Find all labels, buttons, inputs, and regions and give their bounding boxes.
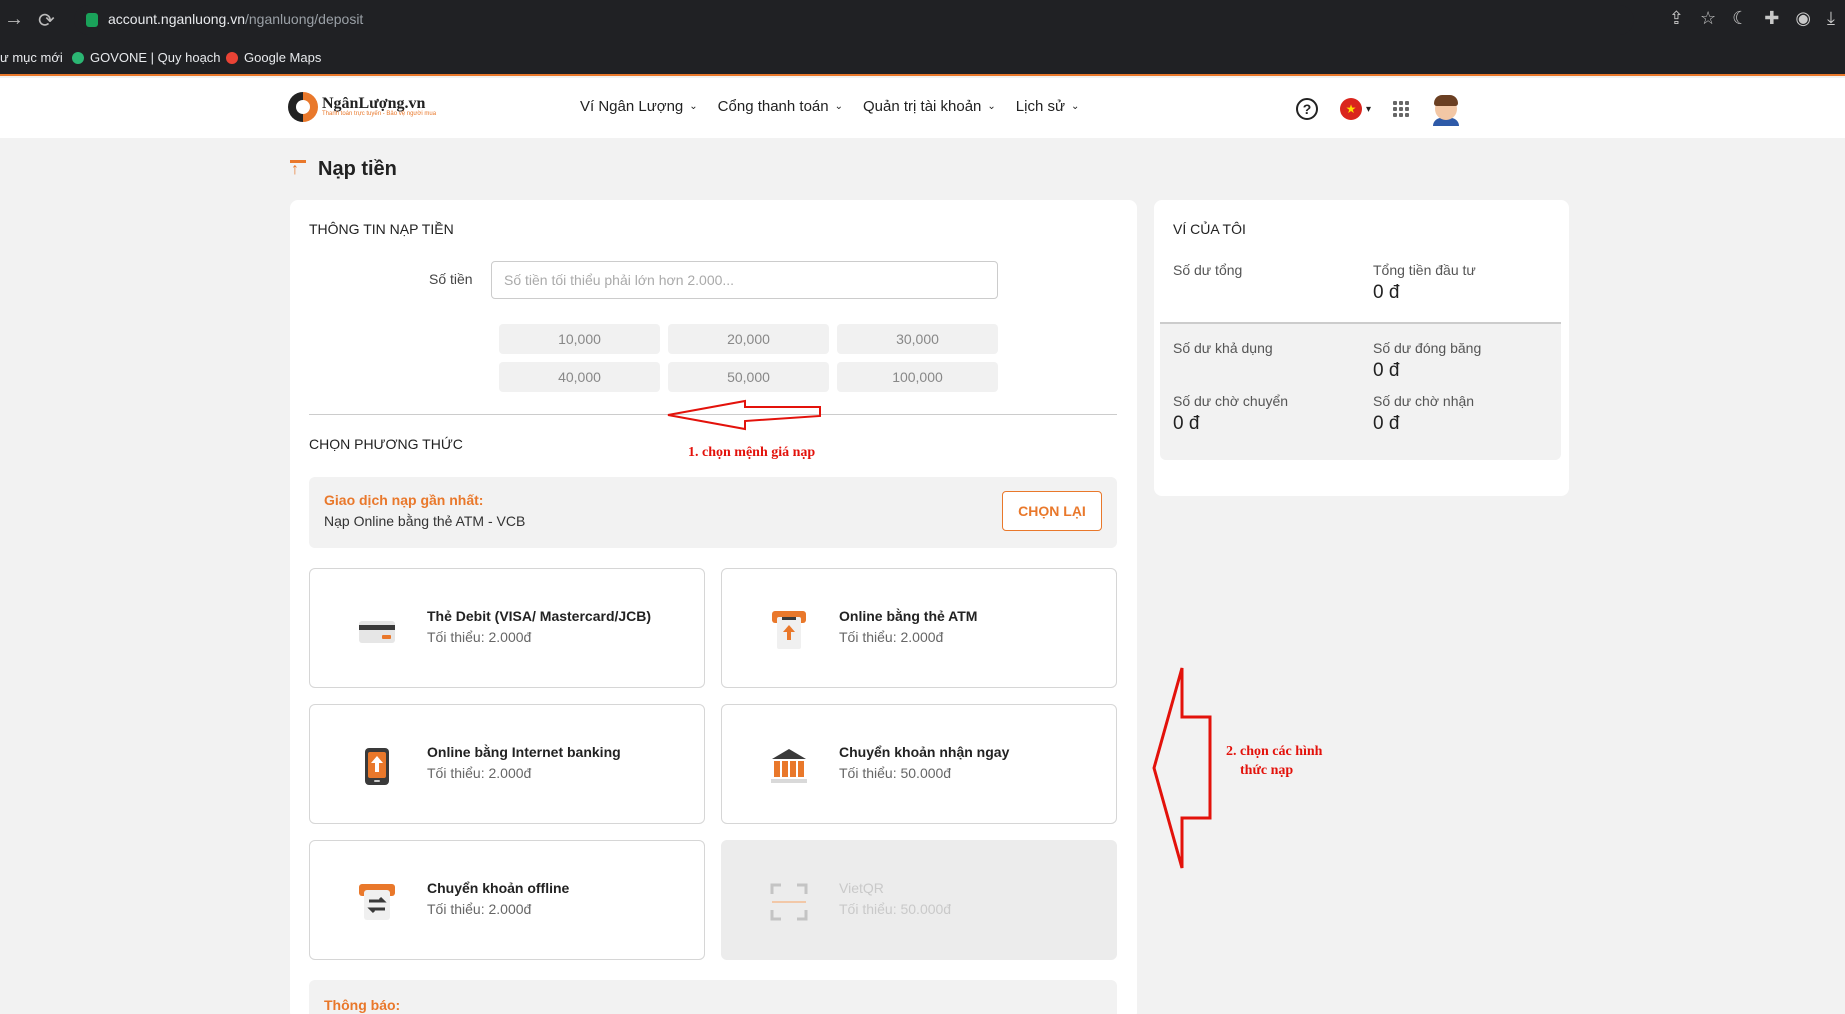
annotation-step2-line1: 2. chọn các hình <box>1226 744 1323 759</box>
annotation-arrow-left <box>1152 667 1212 869</box>
annotation-layer <box>667 399 1212 869</box>
annotation-step1: 1. chọn mệnh giá nạp <box>688 445 816 460</box>
annotation-arrow-up <box>667 399 821 431</box>
annotation-step2-line2: thức nạp <box>1240 763 1294 778</box>
